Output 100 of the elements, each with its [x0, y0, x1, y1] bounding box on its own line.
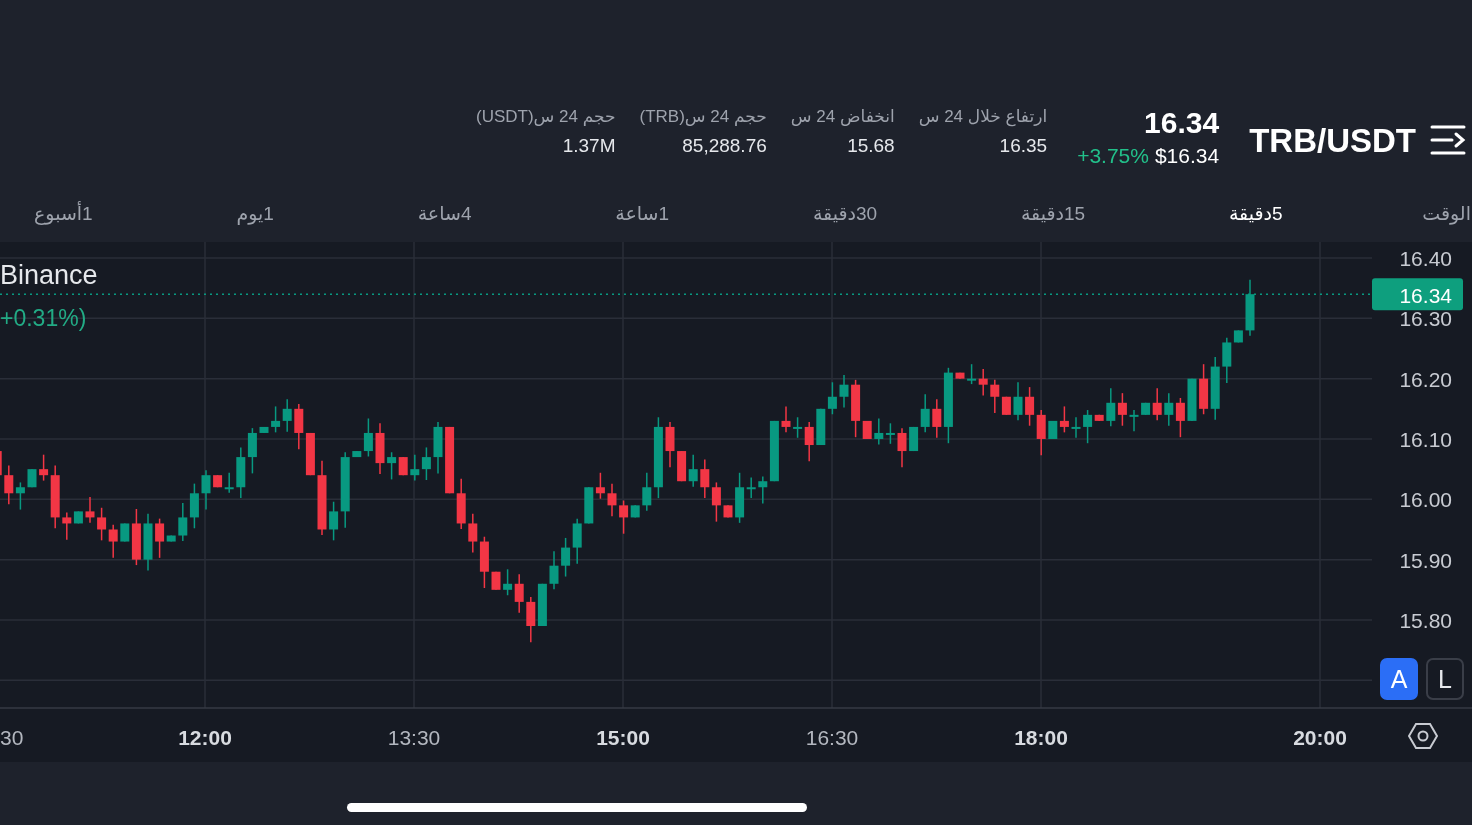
candlestick — [723, 504, 733, 519]
candlestick — [711, 481, 721, 523]
candlestick — [259, 426, 269, 434]
time-axis-label: 18:00 — [1014, 726, 1068, 749]
candlestick — [1117, 392, 1127, 427]
candlestick — [85, 496, 95, 524]
candlestick — [955, 371, 965, 380]
candlestick — [561, 537, 571, 578]
price-axis-label: 16.20 — [1399, 367, 1452, 391]
candlestick — [236, 446, 246, 499]
stat-value: 15.68 — [847, 135, 895, 157]
price-axis-label: 16.30 — [1399, 307, 1452, 331]
candlestick — [1071, 416, 1081, 439]
candlestick — [816, 408, 826, 446]
candlestick — [282, 398, 292, 433]
candlestick — [294, 403, 304, 450]
candlestick — [468, 513, 478, 554]
pair-title: TRB/USDT — [1249, 122, 1416, 160]
exchange-label: Binance — [0, 260, 98, 290]
candlestick — [967, 363, 977, 385]
interval-tab[interactable]: 1أسبوع — [30, 190, 97, 233]
candlestick — [1025, 386, 1035, 427]
candlestick — [874, 417, 884, 446]
candlestick — [1106, 387, 1116, 428]
current-price-label: 16.34 — [1399, 284, 1452, 308]
candlestick — [108, 523, 118, 559]
change-percent: +3.75% — [1077, 144, 1149, 168]
candlestick — [839, 374, 849, 409]
candlestick — [688, 453, 698, 488]
stat-label: حجم 24 س(TRB) — [639, 106, 767, 127]
interval-tab[interactable]: 30دقيقة — [808, 190, 882, 233]
candlestick — [897, 427, 907, 469]
scale-mode-button[interactable]: A — [1380, 658, 1418, 700]
price-axis-label: 15.90 — [1399, 548, 1452, 572]
stat-value: 16.35 — [999, 135, 1048, 157]
candlestick — [491, 570, 501, 591]
stat-value: 85,288.76 — [682, 135, 767, 157]
candlestick — [827, 381, 837, 415]
candlestick — [456, 478, 466, 530]
candlestick — [27, 468, 37, 488]
interval-tab[interactable]: 5دقيقة — [1224, 190, 1287, 233]
candlestick — [700, 458, 710, 499]
time-axis-label: 30 — [0, 726, 24, 749]
candlestick — [607, 482, 617, 517]
time-axis-label: 13:30 — [387, 726, 441, 749]
candlestick — [1129, 409, 1139, 432]
settings-icon[interactable] — [1408, 722, 1438, 750]
candlestick — [584, 486, 594, 525]
candlestick — [526, 596, 536, 644]
candlestick — [479, 535, 489, 589]
candlestick — [445, 426, 455, 495]
candlestick — [410, 453, 420, 482]
candlestick — [189, 482, 199, 530]
scale-mode-button[interactable]: L — [1426, 658, 1464, 700]
interval-label: الوقت — [1422, 202, 1471, 225]
candlestick — [375, 422, 385, 475]
candlestick — [97, 507, 107, 542]
interval-tab[interactable]: 15دقيقة — [1016, 190, 1090, 233]
price-axis-label: 16.00 — [1399, 488, 1452, 512]
price-axis-label: 16.40 — [1399, 247, 1452, 270]
candlestick — [1199, 363, 1209, 415]
candlestick — [549, 550, 559, 590]
candlestick — [143, 513, 153, 572]
time-axis-label: 20:00 — [1293, 726, 1347, 749]
candlestick — [978, 368, 988, 397]
candlestick — [1187, 377, 1197, 422]
price-axis-label: 16.10 — [1399, 428, 1452, 451]
usd-price: $16.34 — [1154, 144, 1220, 168]
time-axis-label: 12:00 — [178, 726, 232, 749]
candlestick — [665, 421, 675, 469]
price-axis-label: 15.80 — [1399, 609, 1452, 632]
candlestick — [433, 421, 443, 475]
candlestick — [271, 405, 281, 434]
interval-tab[interactable]: 1يوم — [232, 190, 278, 233]
candlestick — [595, 472, 605, 500]
candlestick — [4, 464, 14, 505]
candlestick — [0, 451, 2, 476]
candlestick — [1164, 392, 1174, 427]
stat-value: 1.37M — [562, 135, 616, 157]
candlestick — [572, 517, 582, 565]
candlestick — [1210, 356, 1220, 421]
candlestick — [421, 446, 431, 481]
stat-label: ارتفاع خلال 24 س — [918, 106, 1048, 127]
candlestick — [1175, 397, 1185, 438]
interval-tab[interactable]: 4ساعة — [413, 190, 476, 233]
stat-label: انخفاض 24 س — [790, 106, 895, 127]
candlestick — [1036, 409, 1046, 457]
candlestick — [1245, 278, 1255, 337]
interval-tab[interactable]: 1ساعة — [611, 190, 674, 233]
candlestick — [677, 450, 687, 482]
last-price: 16.34 — [1144, 106, 1220, 140]
candlestick — [305, 432, 315, 476]
candlestick — [247, 427, 257, 475]
candlestick — [537, 583, 547, 627]
menu-icon[interactable] — [1430, 124, 1466, 156]
candlestick — [1013, 381, 1023, 422]
time-axis-label: 15:00 — [596, 726, 650, 749]
change-label: +0.31%) — [0, 305, 87, 331]
candlestick — [178, 502, 188, 542]
time-axis-label: 16:30 — [805, 726, 859, 749]
